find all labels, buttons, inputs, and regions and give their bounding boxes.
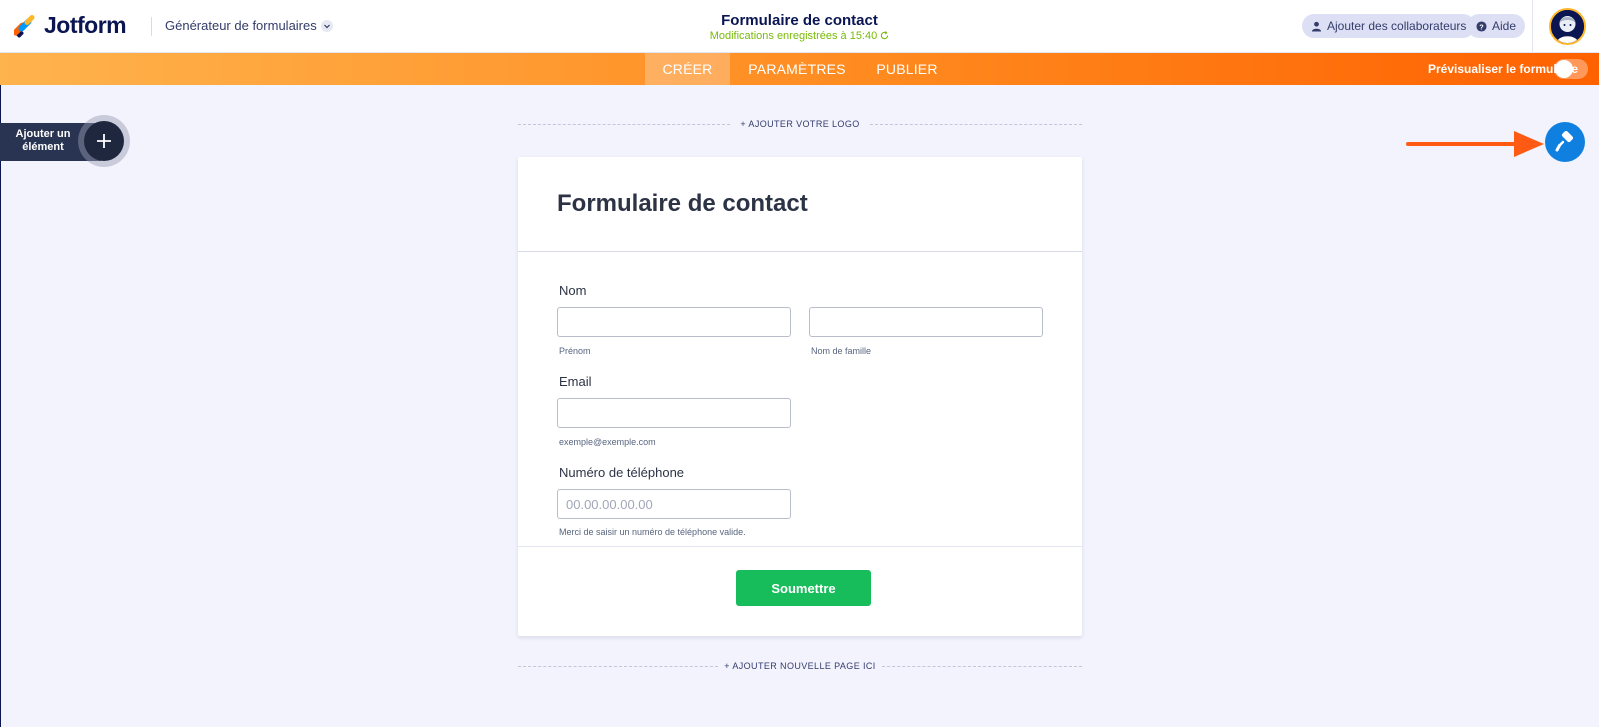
header-divider-right — [1532, 0, 1533, 53]
last-name-input[interactable] — [809, 307, 1043, 337]
brand-name: Jotform — [44, 12, 127, 38]
email-label[interactable]: Email — [559, 374, 592, 389]
header-divider — [151, 17, 152, 36]
svg-text:?: ? — [1479, 22, 1484, 31]
preview-form-toggle[interactable] — [1554, 59, 1588, 79]
help-label: Aide — [1492, 19, 1517, 33]
left-edge-line — [0, 85, 1, 727]
refresh-icon — [881, 31, 889, 40]
add-element-plus-button[interactable] — [84, 121, 124, 161]
arrow-right-icon — [1406, 131, 1544, 157]
question-circle-icon: ? — [1476, 20, 1487, 32]
jotform-logo[interactable]: Jotform — [14, 12, 127, 39]
name-label[interactable]: Nom — [559, 283, 586, 298]
heading-divider — [518, 251, 1082, 252]
email-sublabel: exemple@exemple.com — [559, 437, 656, 447]
submit-divider — [518, 546, 1082, 547]
add-page-button[interactable]: + AJOUTER NOUVELLE PAGE ICI — [718, 661, 882, 671]
builder-menu[interactable]: Générateur de formulaires — [165, 18, 333, 33]
avatar-icon — [1551, 10, 1584, 43]
tab-settings[interactable]: PARAMÈTRES — [747, 53, 847, 85]
builder-nav: CRÉER PARAMÈTRES PUBLIER Prévisualiser l… — [0, 53, 1599, 85]
add-collaborators-button[interactable]: Ajouter des collaborateurs — [1302, 14, 1476, 38]
user-avatar[interactable] — [1549, 8, 1586, 45]
builder-menu-label: Générateur de formulaires — [165, 18, 317, 33]
submit-button[interactable]: Soumettre — [736, 570, 871, 606]
tab-create[interactable]: CRÉER — [645, 53, 730, 85]
toggle-knob — [1555, 60, 1573, 78]
first-name-input[interactable] — [557, 307, 791, 337]
page-divider-left — [518, 666, 718, 667]
paint-roller-icon — [1555, 131, 1574, 152]
chevron-down-icon — [320, 19, 333, 32]
logo-divider-right — [870, 124, 1082, 125]
logo-divider-left — [518, 124, 730, 125]
save-status-text: Modifications enregistrées à 15:40 — [709, 30, 878, 42]
form-designer-button[interactable] — [1545, 122, 1585, 162]
help-button[interactable]: ? Aide — [1467, 14, 1526, 38]
page-divider-right — [882, 666, 1082, 667]
phone-input[interactable] — [557, 489, 791, 519]
first-name-sublabel: Prénom — [559, 346, 591, 356]
phone-label[interactable]: Numéro de téléphone — [559, 465, 684, 480]
jotform-logo-icon — [14, 14, 35, 38]
add-collaborators-label: Ajouter des collaborateurs — [1327, 19, 1467, 33]
top-header: Jotform Générateur de formulaires Formul… — [0, 0, 1599, 53]
add-element-label: Ajouter un élément — [15, 128, 71, 153]
form-heading[interactable]: Formulaire de contact — [557, 190, 808, 218]
phone-sublabel: Merci de saisir un numéro de téléphone v… — [559, 527, 746, 537]
last-name-sublabel: Nom de famille — [811, 346, 872, 356]
form-card: Formulaire de contact Nom Prénom Nom de … — [518, 157, 1082, 636]
tab-publish[interactable]: PUBLIER — [876, 53, 938, 85]
plus-icon — [97, 134, 111, 148]
email-input[interactable] — [557, 398, 791, 428]
user-icon — [1311, 21, 1322, 32]
add-logo-button[interactable]: + AJOUTER VOTRE LOGO — [730, 119, 870, 129]
